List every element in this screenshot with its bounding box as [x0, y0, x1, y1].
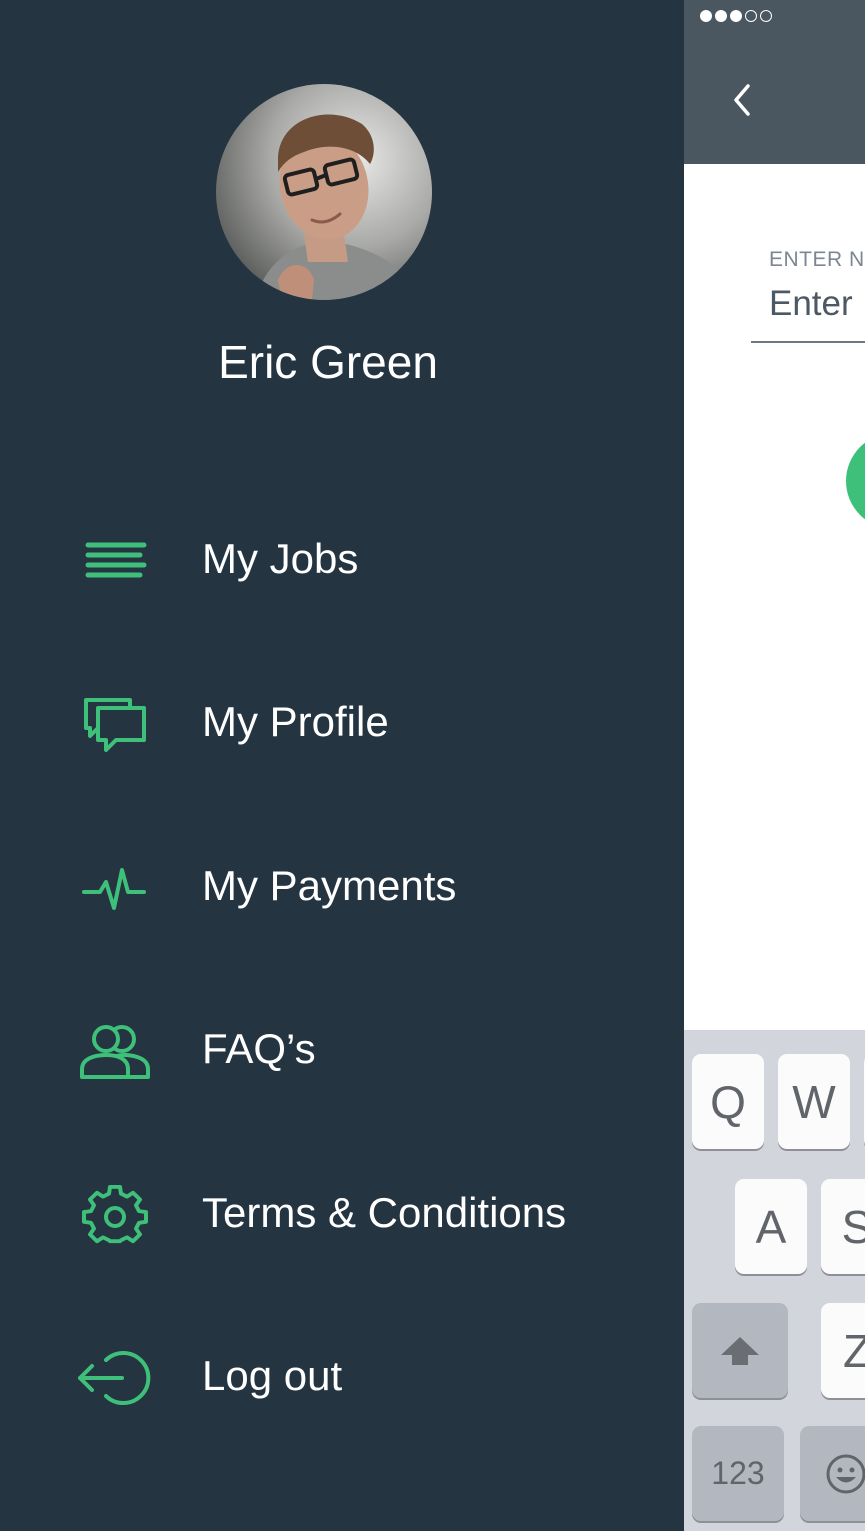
shift-key[interactable] — [692, 1303, 788, 1398]
menu-label: FAQ’s — [202, 1025, 316, 1072]
key-a[interactable]: A — [735, 1179, 807, 1274]
key-s[interactable]: S — [821, 1179, 865, 1274]
input-underline — [751, 341, 865, 343]
emoji-icon — [826, 1454, 865, 1493]
name-input[interactable]: Enter — [769, 284, 853, 324]
menu-item-terms-conditions[interactable]: Terms & Conditions — [0, 1165, 684, 1265]
menu-item-my-jobs[interactable]: My Jobs — [0, 511, 684, 611]
signal-dot — [715, 10, 727, 22]
profile-photo — [216, 84, 432, 300]
menu-item-my-payments[interactable]: My Payments — [0, 838, 684, 938]
back-button[interactable] — [728, 80, 758, 120]
nav-header — [684, 0, 865, 164]
signal-dot — [700, 10, 712, 22]
name-field-label: ENTER N — [769, 248, 865, 271]
signal-dot — [730, 10, 742, 22]
numbers-key[interactable]: 123 — [692, 1426, 784, 1521]
menu-label: Terms & Conditions — [202, 1189, 567, 1236]
shift-arrow-icon — [721, 1336, 759, 1365]
background-screen: ENTER N Enter Q W E A S Z 123 — [684, 0, 865, 1531]
keyboard: Q W E A S Z 123 — [684, 1030, 865, 1531]
users-icon — [76, 1021, 154, 1081]
chevron-left-icon — [734, 84, 750, 116]
chat-bubbles-icon — [76, 694, 154, 754]
menu-label: My Payments — [202, 862, 457, 909]
gear-icon — [76, 1184, 154, 1245]
signal-strength-indicator — [700, 10, 772, 22]
key-z[interactable]: Z — [821, 1303, 865, 1398]
logout-icon — [76, 1348, 154, 1408]
user-name: Eric Green — [218, 336, 438, 388]
action-button[interactable] — [846, 433, 865, 529]
menu-item-my-profile[interactable]: My Profile — [0, 674, 684, 774]
key-w[interactable]: W — [778, 1054, 850, 1149]
avatar[interactable] — [216, 84, 432, 300]
key-q[interactable]: Q — [692, 1054, 764, 1149]
menu-label: My Jobs — [202, 535, 359, 582]
menu-item-log-out[interactable]: Log out — [0, 1328, 684, 1428]
emoji-key[interactable] — [800, 1426, 865, 1521]
menu-label: My Profile — [202, 698, 389, 745]
list-lines-icon — [76, 531, 154, 591]
pulse-icon — [76, 858, 154, 918]
signal-dot — [760, 10, 772, 22]
signal-dot — [745, 10, 757, 22]
menu-label: Log out — [202, 1352, 343, 1399]
menu-item-faqs[interactable]: FAQ’s — [0, 1001, 684, 1101]
navigation-drawer: Eric Green My Jobs My Profile My Payment… — [0, 0, 684, 1531]
